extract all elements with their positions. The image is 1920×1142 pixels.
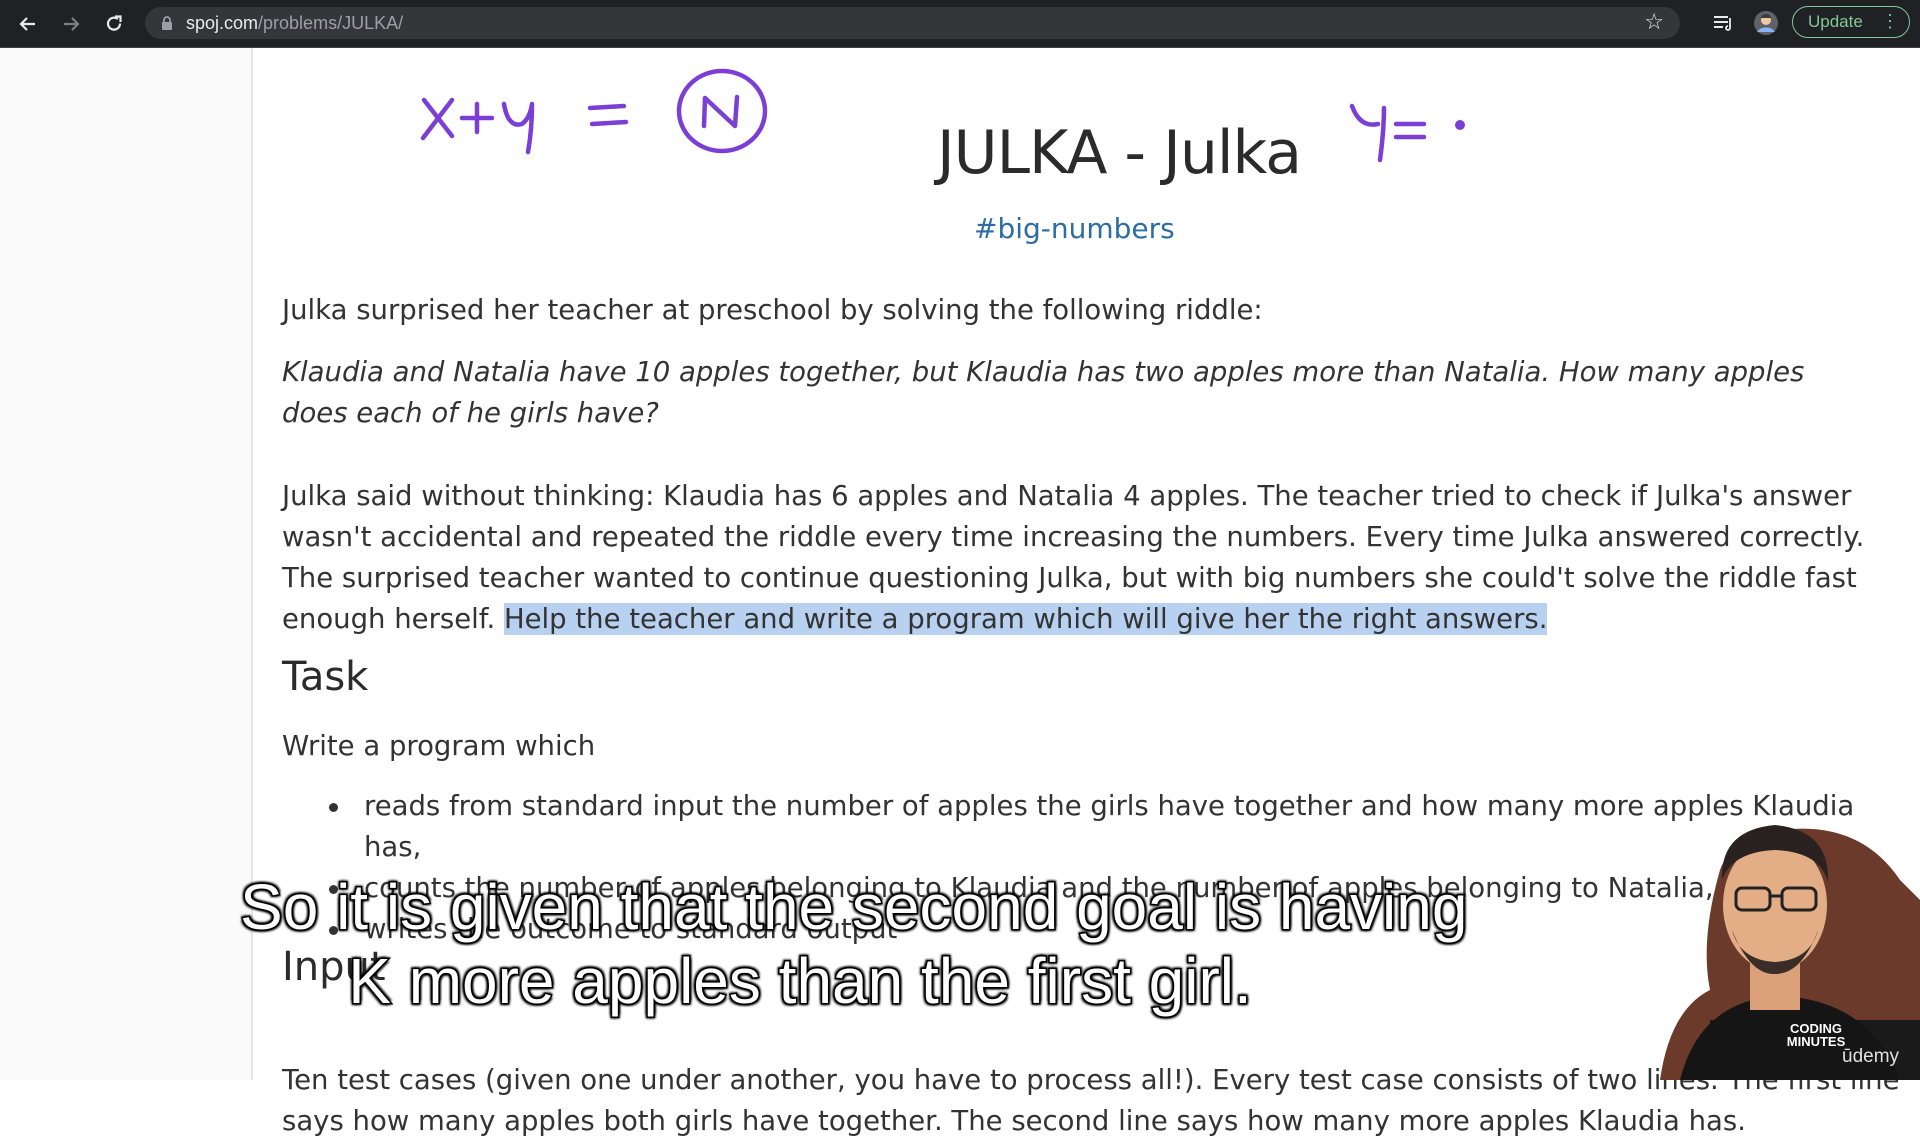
ink-equals-right (1393, 121, 1427, 140)
update-button[interactable]: Update ⋮ (1792, 6, 1910, 38)
intro-paragraph: Julka surprised her teacher at preschool… (282, 294, 1263, 326)
back-arrow-icon[interactable] (13, 9, 43, 39)
problem-title: JULKA - Julka (936, 118, 1302, 188)
address-bar[interactable]: spoj.com/problems/JULKA/ ☆ (145, 7, 1680, 39)
kebab-menu-icon[interactable]: ⋮ (1881, 11, 1899, 31)
video-subtitle-line: So it is given that the second goal is h… (239, 870, 1469, 945)
ink-equals (587, 103, 629, 127)
ink-y (501, 101, 535, 155)
lock-icon[interactable] (160, 15, 174, 31)
url-host: spoj.com (186, 12, 259, 33)
task-intro: Write a program which (282, 730, 596, 762)
ink-n (701, 94, 740, 129)
video-subtitle-line: K more apples than the first girl. (347, 944, 1254, 1019)
list-item: reads from standard input the number of … (282, 786, 1872, 868)
reading-list-icon[interactable] (1710, 9, 1738, 37)
browser-toolbar: spoj.com/problems/JULKA/ ☆ Update ⋮ (0, 0, 1920, 48)
url-text[interactable]: spoj.com/problems/JULKA/ (186, 13, 403, 34)
riddle-paragraph: Klaudia and Natalia have 10 apples toget… (282, 356, 1805, 429)
ink-plus (459, 101, 495, 135)
url-path: /problems/JULKA/ (258, 12, 404, 33)
profile-avatar-icon[interactable] (1752, 9, 1780, 37)
ink-x (420, 97, 455, 141)
left-sidebar (0, 48, 253, 1080)
ink-circle (676, 68, 768, 154)
update-label: Update (1808, 12, 1863, 31)
platform-watermark: ūdemy (1842, 1046, 1900, 1067)
task-heading: Task (282, 654, 369, 700)
ink-dot (1455, 120, 1465, 130)
ink-y-right (1349, 103, 1387, 163)
input-description-line: Ten test cases (given one under another,… (282, 1064, 1900, 1096)
forward-arrow-icon[interactable] (56, 9, 86, 39)
story-paragraph: Julka said without thinking: Klaudia has… (282, 476, 1872, 640)
problem-tag-link[interactable]: #big-numbers (974, 212, 1175, 245)
presenter-webcam (1660, 825, 1920, 1080)
input-description-line: says how many apples both girls have tog… (282, 1105, 1746, 1137)
bookmark-star-icon[interactable]: ☆ (1644, 11, 1664, 35)
reload-icon[interactable] (99, 9, 129, 39)
selected-text-highlight: Help the teacher and write a program whi… (503, 603, 1548, 635)
channel-logo: CODING MINUTES (1786, 1021, 1846, 1049)
